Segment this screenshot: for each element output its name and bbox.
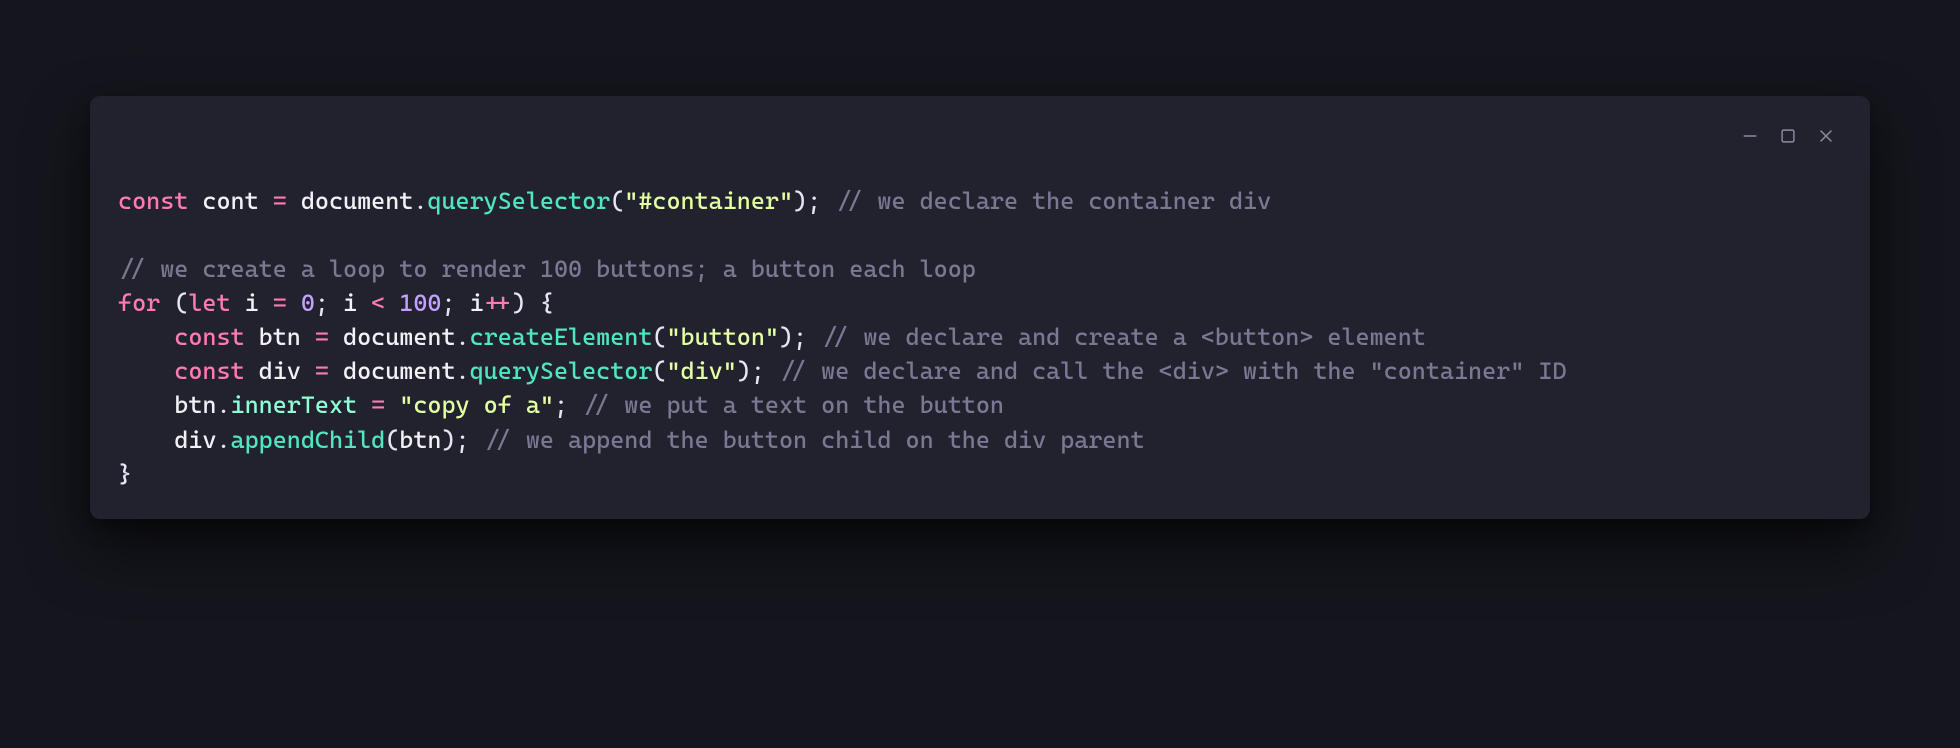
code-token-op: = (315, 323, 329, 351)
code-token-str: "button" (666, 323, 779, 351)
code-token-com: // we put a text on the button (582, 391, 1004, 419)
code-token-str: "div" (666, 357, 736, 385)
window-titlebar (118, 120, 1842, 156)
code-token-var: i (343, 289, 357, 317)
code-token-pun: ) (512, 289, 526, 317)
code-token-pun: . (456, 357, 470, 385)
code-token-pun: . (456, 323, 470, 351)
code-token-prop: innerText (231, 391, 358, 419)
code-token-var: div (259, 357, 301, 385)
code-token-var: div (174, 426, 216, 454)
code-token-pun: . (216, 426, 230, 454)
code-token-op: ++ (484, 289, 512, 317)
code-token-kw: let (188, 289, 230, 317)
code-token-pun: ( (652, 357, 666, 385)
code-token-op: = (273, 187, 287, 215)
code-token-kw: const (174, 357, 244, 385)
code-token-kw: const (118, 187, 188, 215)
code-token-com: // we declare the container div (835, 187, 1271, 215)
code-token-kw: for (118, 289, 160, 317)
code-token-fn: createElement (470, 323, 653, 351)
code-token-pun: ( (610, 187, 624, 215)
code-token-pun: ; (315, 289, 329, 317)
code-token-pun: ); (779, 323, 807, 351)
code-token-obj: document (343, 323, 456, 351)
code-window: const cont = document.querySelector("#co… (90, 96, 1870, 519)
code-token-fn: querySelector (427, 187, 610, 215)
code-token-op: = (315, 357, 329, 385)
viewport: const cont = document.querySelector("#co… (0, 0, 1960, 748)
code-token-pun: ( (174, 289, 188, 317)
code-token-pun: ( (652, 323, 666, 351)
code-token-com: // we declare and call the <div> with th… (779, 357, 1567, 385)
maximize-icon[interactable] (1778, 126, 1798, 146)
code-token-var: cont (202, 187, 258, 215)
minimize-icon[interactable] (1740, 126, 1760, 146)
code-token-pun: . (216, 391, 230, 419)
code-token-pun: ( (385, 426, 399, 454)
code-token-com: // we declare and create a <button> elem… (821, 323, 1426, 351)
code-token-str: "copy of a" (399, 391, 554, 419)
code-token-com: // we create a loop to render 100 button… (118, 255, 976, 283)
code-token-pun: { (540, 289, 554, 317)
code-token-op: < (371, 289, 385, 317)
code-token-pun: ); (737, 357, 765, 385)
code-token-op: = (371, 391, 385, 419)
code-token-kw: const (174, 323, 244, 351)
code-token-pun: ); (793, 187, 821, 215)
code-token-obj: document (343, 357, 456, 385)
code-token-num: 0 (301, 289, 315, 317)
code-token-var: btn (399, 426, 441, 454)
code-token-obj: document (301, 187, 414, 215)
code-token-num: 100 (399, 289, 441, 317)
code-token-pun: ; (441, 289, 455, 317)
code-token-pun: . (413, 187, 427, 215)
close-icon[interactable] (1816, 126, 1836, 146)
code-token-str: "#container" (624, 187, 793, 215)
code-token-var: i (470, 289, 484, 317)
code-token-fn: appendChild (231, 426, 386, 454)
code-token-var: btn (259, 323, 301, 351)
code-token-com: // we append the button child on the div… (484, 426, 1145, 454)
code-token-op: = (273, 289, 287, 317)
code-token-var: i (245, 289, 259, 317)
code-token-var: btn (174, 391, 216, 419)
code-token-pun: ; (554, 391, 568, 419)
code-token-pun: ); (441, 426, 469, 454)
code-token-pun: } (118, 460, 132, 488)
code-token-fn: querySelector (470, 357, 653, 385)
code-block[interactable]: const cont = document.querySelector("#co… (118, 184, 1842, 491)
